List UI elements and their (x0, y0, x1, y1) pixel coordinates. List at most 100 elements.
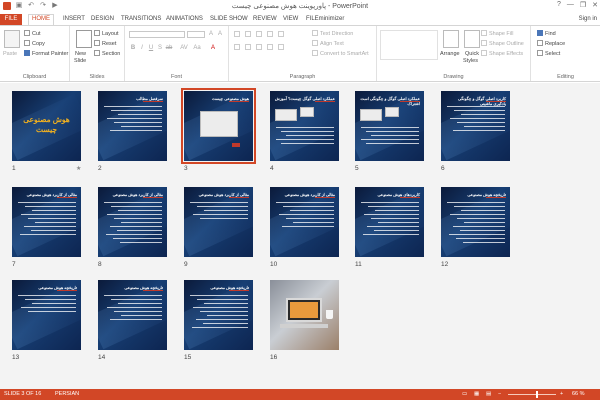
cut-button[interactable]: Cut (24, 30, 41, 38)
strikethrough-icon[interactable]: ab (165, 44, 173, 52)
slide-thumbnail[interactable]: تاریخچه هوش مصنوعی (98, 280, 167, 350)
char-spacing-icon[interactable]: AV (180, 44, 188, 52)
slide-thumbnail[interactable]: کاربردهای هوش مصنوعی (355, 187, 424, 257)
text-lines (18, 202, 76, 238)
columns-icon[interactable] (278, 44, 284, 50)
layout-button[interactable]: Layout (94, 30, 119, 38)
help-button[interactable]: ? (557, 1, 561, 9)
shape-fill-button[interactable]: Shape Fill (481, 30, 513, 38)
section-button[interactable]: Section (94, 50, 120, 58)
align-center-icon[interactable] (245, 44, 251, 50)
slide-thumbnail[interactable]: مثالی از کاربرد هوش مصنوعی (12, 187, 81, 257)
zoom-slider[interactable] (508, 394, 556, 395)
minimize-button[interactable]: — (567, 1, 574, 9)
align-text-button[interactable]: Align Text (312, 40, 344, 48)
shape-outline-button[interactable]: Shape Outline (481, 40, 524, 48)
text-direction-button[interactable]: Text Direction (312, 30, 353, 38)
sign-in-link[interactable]: Sign in (579, 14, 597, 25)
language-indicator[interactable]: PERSIAN (55, 391, 79, 397)
shadow-icon[interactable]: S (156, 44, 164, 52)
format-painter-button[interactable]: Format Painter (24, 50, 68, 58)
tab-view[interactable]: VIEW (280, 14, 301, 25)
status-bar: SLIDE 3 OF 16 PERSIAN ▭ ▦ ▤ − + 66 % (0, 389, 600, 400)
slide-thumbnail[interactable]: مثالی از کاربرد هوش مصنوعی (184, 187, 253, 257)
align-left-icon[interactable] (234, 44, 240, 50)
bullets-icon[interactable] (234, 31, 240, 37)
increase-indent-icon[interactable] (267, 31, 273, 37)
align-right-icon[interactable] (256, 44, 262, 50)
justify-icon[interactable] (267, 44, 273, 50)
content-box (275, 109, 297, 121)
slide-thumbnail[interactable] (270, 280, 339, 350)
text-lines (276, 202, 334, 230)
slide-thumbnail[interactable]: تاریخچه هوش مصنوعی (441, 187, 510, 257)
convert-smartart-button[interactable]: Convert to SmartArt (312, 50, 369, 58)
tab-transitions[interactable]: TRANSITIONS (118, 14, 164, 25)
new-slide-label-2[interactable]: Slide (74, 58, 86, 65)
quick-styles-label-2[interactable]: Styles (463, 58, 478, 65)
find-button[interactable]: Find (537, 30, 556, 38)
line-spacing-icon[interactable] (278, 31, 284, 37)
slide-thumbnail[interactable]: تاریخچه هوش مصنوعی (12, 280, 81, 350)
replace-button[interactable]: Replace (537, 40, 565, 48)
title-underline (229, 197, 249, 198)
quick-styles-icon[interactable] (464, 30, 480, 48)
shape-effects-button[interactable]: Shape Effects (481, 50, 523, 58)
tab-slide-show[interactable]: SLIDE SHOW (207, 14, 251, 25)
tab-design[interactable]: DESIGN (88, 14, 117, 25)
font-color-icon[interactable]: A (209, 44, 217, 52)
numbering-icon[interactable] (245, 31, 251, 37)
underline-icon[interactable]: U (147, 44, 155, 52)
select-button[interactable]: Select (537, 50, 560, 58)
slide-thumbnail[interactable]: هوش مصنوعی چیست (184, 91, 253, 161)
slide-thumbnail[interactable]: کاربرد اصلی گوگل و چگونگی یادگیری ماشینی (441, 91, 510, 161)
quick-styles-label-1[interactable]: Quick (465, 51, 479, 58)
slide-thumbnail[interactable]: عملکرد اصلی گوگل چیست؟ آموزش (270, 91, 339, 161)
slide-thumbnail[interactable]: مثالی از کاربرد هوش مصنوعی (98, 187, 167, 257)
bold-icon[interactable]: B (129, 44, 137, 52)
editing-group: Find Replace Select Editing (531, 26, 600, 81)
layout-icon (94, 30, 100, 36)
shrink-font-icon[interactable]: A (216, 30, 224, 38)
zoom-out-icon[interactable]: − (498, 391, 501, 397)
slide-thumbnail[interactable]: مثالی از کاربرد هوش مصنوعی (270, 187, 339, 257)
font-name-dropdown[interactable] (129, 31, 185, 38)
slide-thumbnail[interactable]: عملکرد اصلی گوگل و چگونگی است اشتراک (355, 91, 424, 161)
new-slide-icon[interactable] (76, 30, 92, 48)
tab-insert[interactable]: INSERT (60, 14, 88, 25)
tab-fileminimizer[interactable]: FILEminimizer (303, 14, 347, 25)
maximize-button[interactable]: ❐ (580, 1, 586, 9)
slide-thumbnail[interactable]: تاریخچه هوش مصنوعی (184, 280, 253, 350)
paste-icon[interactable] (4, 30, 20, 48)
copy-button[interactable]: Copy (24, 40, 45, 48)
reading-view-icon[interactable]: ▤ (486, 391, 491, 397)
font-size-dropdown[interactable] (187, 31, 205, 38)
normal-view-icon[interactable]: ▭ (462, 391, 467, 397)
zoom-level[interactable]: 66 % (572, 391, 585, 397)
transition-star-icon[interactable]: ★ (76, 165, 81, 172)
change-case-icon[interactable]: Aa (193, 44, 201, 52)
slide-thumbnail[interactable]: هوش مصنوعی چیست (12, 91, 81, 161)
arrange-icon[interactable] (443, 30, 459, 48)
grow-font-icon[interactable]: A (207, 30, 215, 38)
italic-icon[interactable]: I (138, 44, 146, 52)
tab-file[interactable]: FILE (0, 14, 22, 25)
reset-button[interactable]: Reset (94, 40, 116, 48)
find-icon (537, 30, 543, 36)
arrange-button[interactable]: Arrange (440, 51, 460, 58)
smartart-icon (312, 50, 318, 56)
slide-thumbnail[interactable]: سرفصل مطالب (98, 91, 167, 161)
laptop-screen (290, 302, 318, 318)
slide-sorter-icon[interactable]: ▦ (474, 391, 479, 397)
shapes-gallery[interactable] (380, 30, 438, 60)
paste-button[interactable]: Paste (3, 51, 17, 58)
slide-number: 1 (12, 165, 16, 172)
new-slide-label-1[interactable]: New (75, 51, 86, 58)
decrease-indent-icon[interactable] (256, 31, 262, 37)
tab-animations[interactable]: ANIMATIONS (163, 14, 206, 25)
zoom-slider-thumb[interactable] (536, 391, 538, 398)
tab-review[interactable]: REVIEW (250, 14, 280, 25)
zoom-in-icon[interactable]: + (560, 391, 563, 397)
close-button[interactable]: ✕ (592, 1, 598, 9)
tab-home[interactable]: HOME (28, 14, 54, 25)
